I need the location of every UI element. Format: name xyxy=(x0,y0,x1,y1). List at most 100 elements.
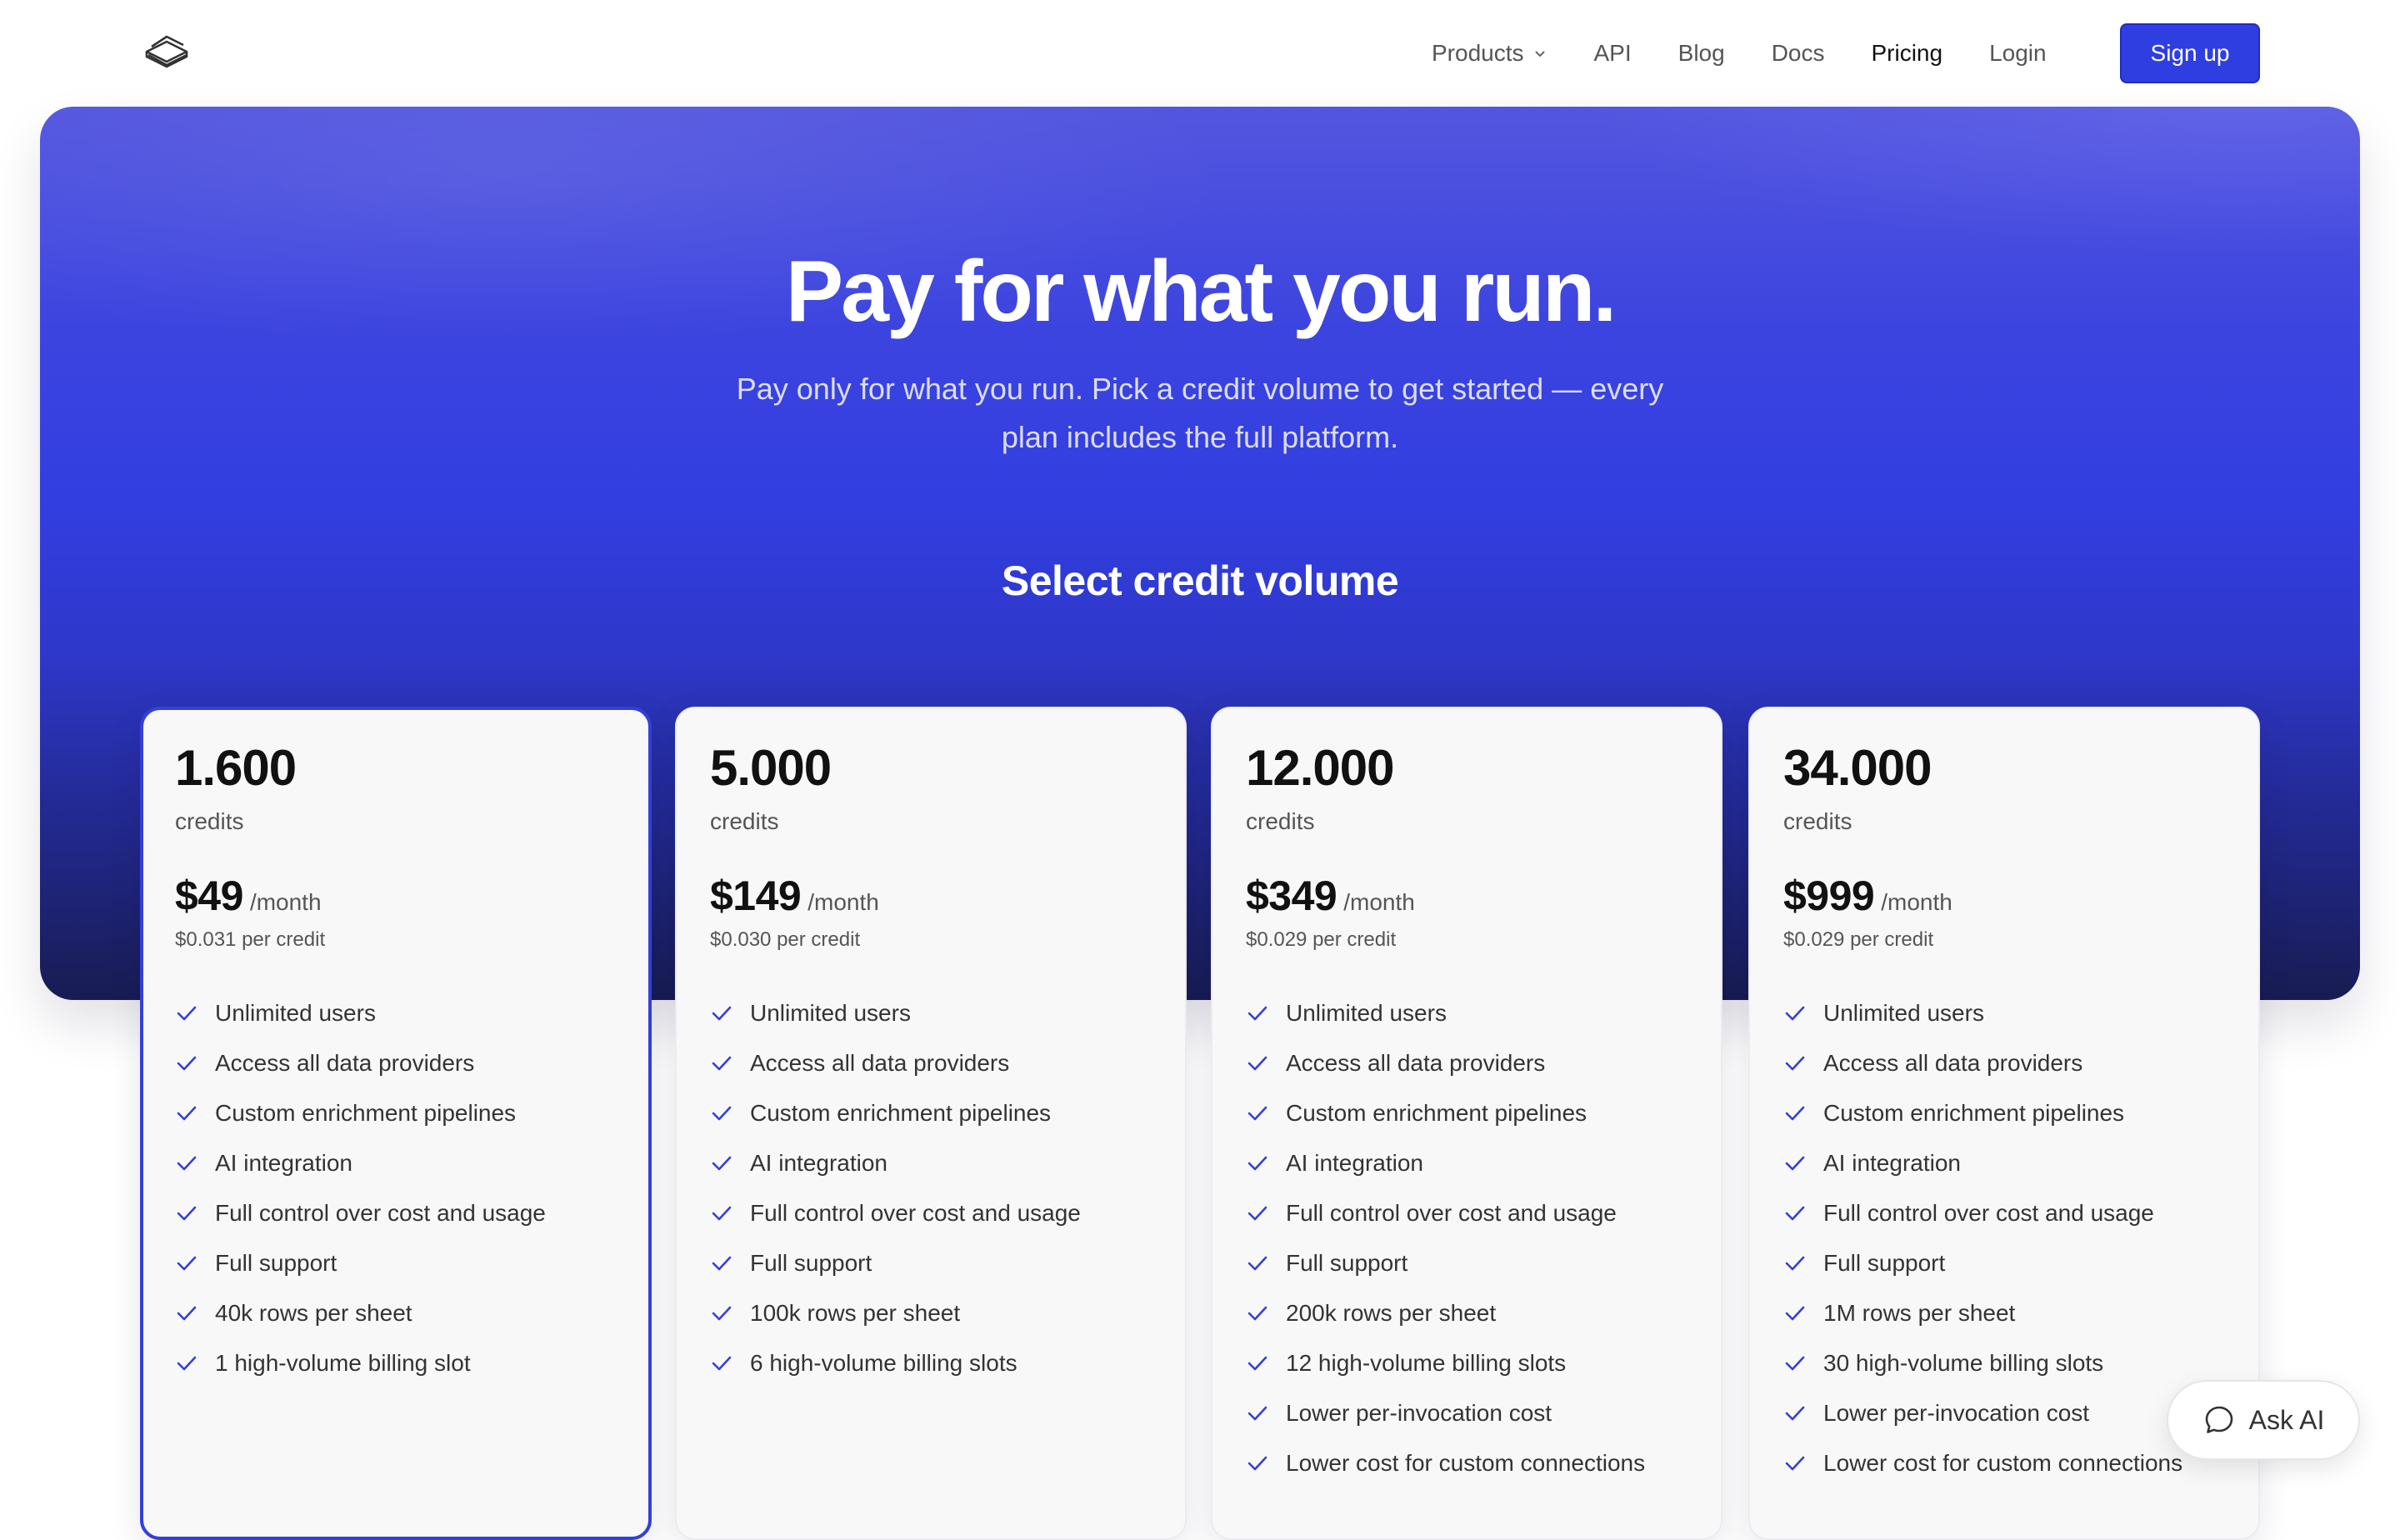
plan-card-12000[interactable]: 12.000 credits $349 /month $0.029 per cr… xyxy=(1211,707,1722,1540)
plan-feature-label: Full control over cost and usage xyxy=(750,1200,1081,1226)
plan-feature-label: Access all data providers xyxy=(215,1050,475,1076)
nav-products[interactable]: Products xyxy=(1432,40,1548,67)
nav-links: Products API Blog Docs Pricing Login xyxy=(1432,0,2047,107)
plan-feature-label: Full support xyxy=(1823,1250,1946,1276)
plan-feature-label: 1M rows per sheet xyxy=(1823,1300,2016,1326)
plan-feature-label: Lower cost for custom connections xyxy=(1286,1450,1646,1476)
plan-feature-label: Full support xyxy=(750,1250,872,1276)
plan-feature-item: 40k rows per sheet xyxy=(175,1288,617,1338)
plan-feature-label: Unlimited users xyxy=(1823,1000,1984,1026)
check-icon xyxy=(1248,1006,1268,1021)
pricing-cards: 1.600 credits $49 /month $0.031 per cred… xyxy=(140,707,2260,1540)
check-icon xyxy=(1785,1406,1805,1421)
plan-feature-item: Full support xyxy=(1783,1238,2225,1288)
plan-feature-label: 100k rows per sheet xyxy=(750,1300,961,1326)
plan-feature-label: Full control over cost and usage xyxy=(215,1200,546,1226)
plan-feature-item: Unlimited users xyxy=(1246,988,1688,1038)
plan-feature-item: AI integration xyxy=(710,1138,1152,1188)
plan-feature-label: Access all data providers xyxy=(1823,1050,2083,1076)
check-icon xyxy=(712,1306,732,1321)
plan-feature-label: Access all data providers xyxy=(750,1050,1010,1076)
plan-feature-label: 30 high-volume billing slots xyxy=(1823,1350,2104,1376)
nav-products-label: Products xyxy=(1432,40,1524,66)
check-icon xyxy=(177,1106,197,1121)
plan-feature-label: Custom enrichment pipelines xyxy=(215,1100,517,1126)
check-icon xyxy=(1248,1156,1268,1171)
check-icon xyxy=(1248,1106,1268,1121)
plan-feature-item: 1 high-volume billing slot xyxy=(175,1338,617,1388)
plan-feature-item: 6 high-volume billing slots xyxy=(710,1338,1152,1388)
plan-feature-label: Custom enrichment pipelines xyxy=(1286,1100,1588,1126)
plan-credits: 1.600 xyxy=(175,740,297,796)
check-icon xyxy=(1248,1256,1268,1271)
plan-feature-label: Full control over cost and usage xyxy=(1823,1200,2154,1226)
chevron-down-icon xyxy=(1534,51,1545,58)
plan-feature-label: Custom enrichment pipelines xyxy=(1823,1100,2125,1126)
nav-blog[interactable]: Blog xyxy=(1678,40,1725,67)
logo-icon[interactable] xyxy=(142,30,192,77)
plan-period: /month xyxy=(249,889,322,915)
check-icon xyxy=(1785,1356,1805,1371)
plan-feature-item: Unlimited users xyxy=(710,988,1152,1038)
plan-card-5000[interactable]: 5.000 credits $149 /month $0.030 per cre… xyxy=(675,707,1187,1540)
plan-period: /month xyxy=(1881,889,1952,915)
plan-feature-item: Custom enrichment pipelines xyxy=(1783,1088,2225,1138)
check-icon xyxy=(1248,1456,1268,1471)
nav-pricing[interactable]: Pricing xyxy=(1871,40,1942,67)
plan-feature-label: 12 high-volume billing slots xyxy=(1286,1350,1567,1376)
plan-feature-item: Custom enrichment pipelines xyxy=(1246,1088,1688,1138)
plan-feature-label: Access all data providers xyxy=(1286,1050,1546,1076)
plan-feature-item: Access all data providers xyxy=(1783,1038,2225,1088)
check-icon xyxy=(177,1206,197,1221)
plan-features: Unlimited users Access all data providers… xyxy=(1783,988,2225,1488)
check-icon xyxy=(712,1156,732,1171)
check-icon xyxy=(1785,1006,1805,1021)
plan-per-credit: $0.030 per credit xyxy=(710,928,861,951)
plan-credits-label: credits xyxy=(1783,808,1852,834)
check-icon xyxy=(1248,1406,1268,1421)
signup-button[interactable]: Sign up xyxy=(2120,23,2260,83)
plan-feature-item: Unlimited users xyxy=(1783,988,2225,1038)
plan-card-1600[interactable]: 1.600 credits $49 /month $0.031 per cred… xyxy=(140,707,652,1540)
plan-feature-item: Full control over cost and usage xyxy=(710,1188,1152,1238)
check-icon xyxy=(1248,1056,1268,1071)
check-icon xyxy=(1785,1206,1805,1221)
check-icon xyxy=(1248,1206,1268,1221)
plan-feature-label: Full support xyxy=(1286,1250,1408,1276)
plan-features: Unlimited users Access all data providers… xyxy=(1246,988,1688,1488)
nav-docs[interactable]: Docs xyxy=(1772,40,1825,67)
plan-feature-item: Full support xyxy=(175,1238,617,1288)
plan-feature-label: Lower per-invocation cost xyxy=(1823,1400,2090,1426)
plan-feature-item: Lower cost for custom connections xyxy=(1783,1438,2225,1488)
plan-price: $49 xyxy=(175,872,243,919)
plan-feature-label: Lower per-invocation cost xyxy=(1286,1400,1552,1426)
check-icon xyxy=(177,1356,197,1371)
plan-feature-item: Full control over cost and usage xyxy=(175,1188,617,1238)
check-icon xyxy=(1785,1256,1805,1271)
plan-feature-item: Full support xyxy=(710,1238,1152,1288)
hero-title: Pay for what you run. xyxy=(785,243,1617,340)
plan-feature-item: 12 high-volume billing slots xyxy=(1246,1338,1688,1388)
plan-price-row: $49 /month xyxy=(175,872,617,920)
plan-per-credit: $0.031 per credit xyxy=(175,928,326,951)
nav-api[interactable]: API xyxy=(1594,40,1632,67)
plan-price-row: $999 /month xyxy=(1783,872,2225,920)
nav-login[interactable]: Login xyxy=(1989,40,2047,67)
plan-feature-item: Access all data providers xyxy=(1246,1038,1688,1088)
plan-feature-item: 30 high-volume billing slots xyxy=(1783,1338,2225,1388)
plan-feature-label: 200k rows per sheet xyxy=(1286,1300,1497,1326)
check-icon xyxy=(1248,1356,1268,1371)
plan-features: Unlimited users Access all data providers… xyxy=(175,988,617,1388)
plan-feature-item: Full control over cost and usage xyxy=(1783,1188,2225,1238)
check-icon xyxy=(177,1256,197,1271)
check-icon xyxy=(712,1356,732,1371)
plan-credits-label: credits xyxy=(175,808,244,834)
plan-credits-label: credits xyxy=(710,808,779,834)
plan-feature-item: Lower cost for custom connections xyxy=(1246,1438,1688,1488)
ask-ai-button[interactable]: Ask AI xyxy=(2167,1380,2360,1460)
plan-feature-item: Full support xyxy=(1246,1238,1688,1288)
check-icon xyxy=(712,1256,732,1271)
plan-feature-item: 1M rows per sheet xyxy=(1783,1288,2225,1338)
hero-subtitle: Pay only for what you run. Pick a credit… xyxy=(736,372,1664,454)
plan-credits: 34.000 xyxy=(1783,740,1932,796)
